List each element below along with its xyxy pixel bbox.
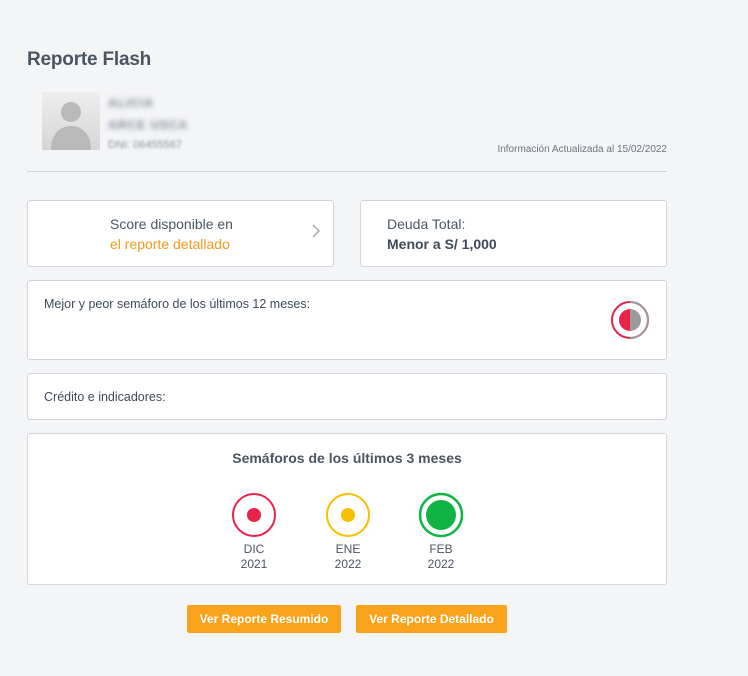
half-red-gray-semaphore-icon (611, 301, 649, 339)
score-card-line1: Score disponible en (110, 216, 233, 232)
score-card-link[interactable]: el reporte detallado (110, 236, 230, 252)
debt-card: Deuda Total: Menor a S/ 1,000 (360, 200, 667, 267)
last-months-title: Semáforos de los últimos 3 meses (232, 450, 462, 466)
last-months-card: Semáforos de los últimos 3 meses DIC 202… (27, 433, 667, 585)
month-year: 2021 (240, 557, 268, 571)
dni-value: 06455567 (133, 139, 183, 151)
month-semaphore-dic: DIC 2021 (224, 492, 284, 572)
best-worst-label: Mejor y peor semáforo de los últimos 12 … (44, 297, 311, 311)
green-semaphore-icon (418, 492, 464, 538)
month-semaphore-ene: ENE 2022 (318, 492, 378, 572)
debt-value: Menor a S/ 1,000 (387, 236, 497, 252)
month-name: FEB (429, 542, 453, 556)
month-name: ENE (335, 542, 361, 556)
profile-name-last: ARCE USCA (108, 118, 189, 132)
updated-date-text: Información Actualizada al 15/02/2022 (497, 144, 667, 155)
yellow-semaphore-icon (326, 493, 370, 537)
view-summary-report-button[interactable]: Ver Reporte Resumido (187, 605, 341, 633)
view-detailed-report-button[interactable]: Ver Reporte Detallado (356, 605, 507, 633)
red-semaphore-icon (232, 493, 276, 537)
credit-indicators-label: Crédito e indicadores: (44, 390, 166, 404)
month-year: 2022 (334, 557, 362, 571)
user-avatar-icon (42, 92, 100, 150)
chevron-right-icon[interactable] (312, 224, 320, 238)
score-card[interactable]: Score disponible en el reporte detallado (27, 200, 334, 267)
debt-label: Deuda Total: (387, 216, 466, 232)
profile-dni: DNI: 06455567 (108, 139, 183, 151)
dni-label: DNI (108, 139, 127, 151)
month-year: 2022 (427, 557, 455, 571)
profile-name-first: ALICIA (108, 96, 154, 110)
month-name: DIC (243, 542, 265, 556)
credit-indicators-card[interactable]: Crédito e indicadores: (27, 373, 667, 420)
header-divider (27, 171, 667, 172)
page-title: Reporte Flash (27, 49, 152, 70)
month-semaphore-feb: FEB 2022 (411, 492, 471, 572)
best-worst-semaphore-card: Mejor y peor semáforo de los últimos 12 … (27, 280, 667, 360)
